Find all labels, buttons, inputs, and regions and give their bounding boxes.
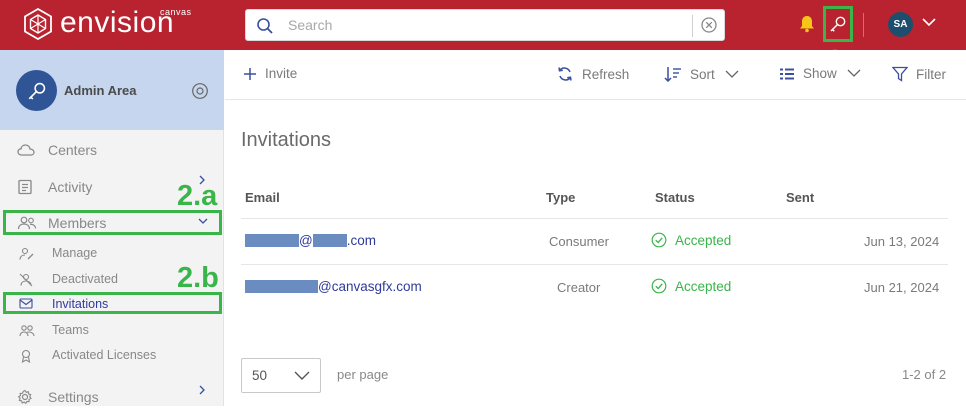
chevron-right-icon xyxy=(199,385,205,395)
filter-icon xyxy=(892,66,908,82)
search-divider xyxy=(692,15,693,37)
key-icon xyxy=(830,16,846,32)
admin-key-button[interactable] xyxy=(823,6,853,42)
chevron-down-icon xyxy=(294,371,310,380)
sidebar-subitem-label: Deactivated xyxy=(52,272,119,286)
email-domain: @canvasgfx.com xyxy=(318,279,422,294)
user-off-icon xyxy=(19,273,33,287)
top-bar: envision canvas SA xyxy=(0,0,966,50)
check-circle-icon xyxy=(651,278,667,294)
pagination-range: 1-2 of 2 xyxy=(902,367,947,382)
sidebar-subitem-label: Teams xyxy=(52,323,89,337)
sort-button[interactable]: Sort xyxy=(664,66,739,82)
table-row-type: Creator xyxy=(557,280,601,295)
status-text: Accepted xyxy=(675,278,732,294)
filter-button[interactable]: Filter xyxy=(892,66,946,82)
column-header-status[interactable]: Status xyxy=(655,190,695,205)
logo[interactable]: envision canvas xyxy=(22,6,191,40)
sidebar-item-label: Centers xyxy=(48,142,98,158)
table-row-sent: Jun 21, 2024 xyxy=(864,280,940,295)
chevron-down-icon[interactable] xyxy=(922,18,936,27)
column-header-type[interactable]: Type xyxy=(546,190,575,205)
sort-icon xyxy=(664,67,681,82)
admin-area-title: Admin Area xyxy=(64,83,137,98)
table-divider xyxy=(241,218,948,219)
sidebar-item-settings[interactable]: Settings xyxy=(0,385,224,409)
email-tld: .com xyxy=(346,233,376,248)
annotation-box-members xyxy=(3,210,222,235)
notification-bell-icon[interactable] xyxy=(799,15,815,33)
status-badge: Accepted xyxy=(651,232,731,248)
sidebar-item-label: Settings xyxy=(48,389,99,405)
table-row-type: Consumer xyxy=(549,234,609,249)
filter-label: Filter xyxy=(916,66,946,82)
table-row-email[interactable]: @ .com xyxy=(245,233,376,248)
sidebar-subitem-label: Manage xyxy=(52,246,98,260)
chevron-down-icon xyxy=(847,69,861,77)
plus-icon xyxy=(244,67,256,80)
license-icon xyxy=(21,349,31,363)
sidebar-item-label: Activity xyxy=(48,179,93,195)
table-row-sent: Jun 13, 2024 xyxy=(864,234,940,249)
per-page-label: per page xyxy=(337,367,389,382)
column-header-email[interactable]: Email xyxy=(245,190,280,205)
logo-subtitle: canvas xyxy=(160,7,192,17)
search-icon xyxy=(257,18,273,34)
sidebar-subitem-activated-licenses[interactable]: Activated Licenses xyxy=(0,345,224,365)
sidebar-item-centers[interactable]: Centers xyxy=(0,138,224,162)
gear-icon xyxy=(17,389,32,405)
search-input[interactable] xyxy=(288,15,678,35)
page-size-select[interactable]: 50 xyxy=(241,358,321,393)
user-edit-icon xyxy=(19,247,34,260)
envision-logo-icon xyxy=(24,8,52,40)
page-size-value: 50 xyxy=(252,368,268,383)
sort-label: Sort xyxy=(690,66,715,82)
logo-wordmark: envision xyxy=(60,6,175,39)
search-box xyxy=(245,9,725,41)
invite-button[interactable]: Invite xyxy=(243,66,297,81)
redacted-text xyxy=(245,280,318,293)
redacted-text xyxy=(245,234,299,247)
toolbar: Invite Refresh Sort Show Filter xyxy=(225,50,966,100)
target-icon[interactable] xyxy=(191,82,209,100)
cloud-icon xyxy=(17,144,35,156)
table-row-email[interactable]: @canvasgfx.com xyxy=(245,279,422,294)
key-icon xyxy=(28,82,45,100)
page-title: Invitations xyxy=(241,129,332,151)
admin-area-header[interactable]: Admin Area xyxy=(0,50,224,130)
refresh-icon xyxy=(558,67,572,81)
topbar-separator xyxy=(863,13,864,37)
team-icon xyxy=(19,325,35,337)
refresh-label: Refresh xyxy=(582,66,630,82)
email-domain: @ xyxy=(299,233,313,248)
annotation-label-2b: 2.b xyxy=(177,262,219,294)
show-label: Show xyxy=(803,66,837,81)
sidebar-subitem-teams[interactable]: Teams xyxy=(0,320,224,340)
user-avatar[interactable]: SA xyxy=(888,12,913,37)
clear-search-icon[interactable] xyxy=(700,16,718,34)
check-circle-icon xyxy=(651,232,667,248)
sidebar-subitem-manage[interactable]: Manage xyxy=(0,243,224,263)
status-text: Accepted xyxy=(675,232,732,248)
show-button[interactable]: Show xyxy=(779,66,861,81)
annotation-box-invitations xyxy=(3,292,222,314)
admin-avatar xyxy=(16,70,57,111)
list-view-icon xyxy=(780,68,794,79)
activity-icon xyxy=(18,179,32,195)
sidebar-subitem-label: Activated Licenses xyxy=(52,348,157,362)
status-badge: Accepted xyxy=(651,278,731,294)
refresh-button[interactable]: Refresh xyxy=(556,66,629,82)
annotation-label-2a: 2.a xyxy=(177,180,218,212)
chevron-down-icon xyxy=(725,70,739,78)
invite-label: Invite xyxy=(265,66,298,81)
table-divider xyxy=(241,264,948,265)
column-header-sent[interactable]: Sent xyxy=(786,190,814,205)
redacted-text xyxy=(312,234,347,247)
